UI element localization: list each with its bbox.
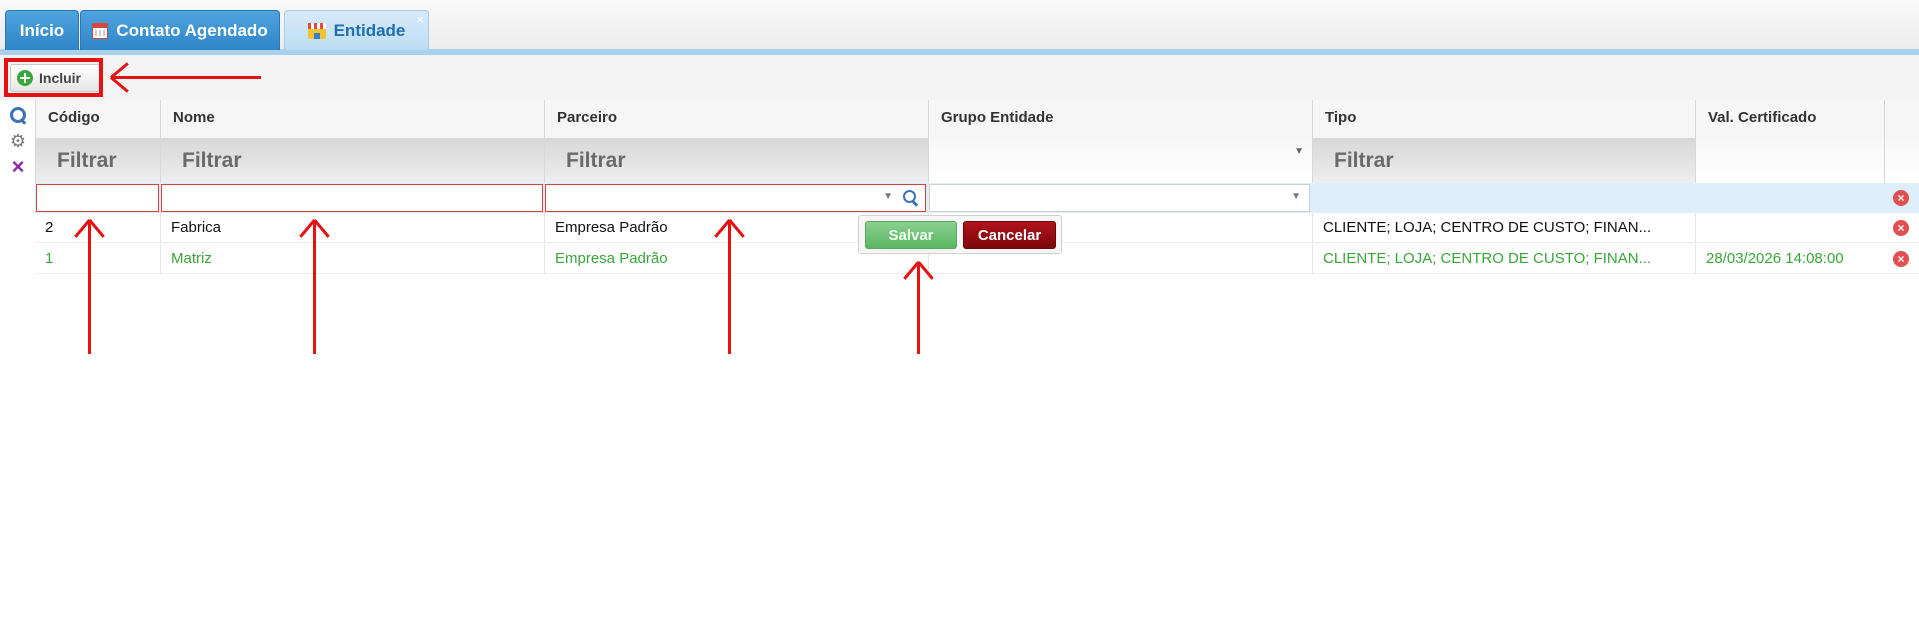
save-button[interactable]: Salvar — [865, 221, 957, 249]
calendar-icon — [92, 22, 109, 39]
filter-tipo[interactable]: Filtrar — [1312, 138, 1695, 183]
tab-entidade-label: Entidade — [333, 20, 406, 40]
filter-nome[interactable]: Filtrar — [160, 138, 544, 183]
filter-grupo-entidade[interactable]: ▼ — [928, 138, 1312, 183]
column-header-actions — [1884, 100, 1919, 138]
cell-val-certificado — [1695, 213, 1884, 243]
tab-inicio[interactable]: Início — [5, 10, 79, 50]
tab-entidade[interactable]: Entidade × — [284, 10, 429, 50]
column-header-nome[interactable]: Nome — [160, 100, 544, 138]
parceiro-combo[interactable]: ▼ — [545, 184, 926, 212]
filter-parceiro[interactable]: Filtrar — [544, 138, 928, 183]
chevron-down-icon[interactable]: ▼ — [1291, 191, 1301, 202]
filter-val-certificado — [1695, 138, 1884, 183]
column-header-val-certificado[interactable]: Val. Certificado — [1695, 100, 1884, 138]
annotation-arrow — [917, 262, 920, 354]
annotation-arrow — [728, 220, 731, 354]
chevron-down-icon[interactable]: ▼ — [883, 191, 893, 202]
annotation-highlight-box — [4, 58, 103, 97]
cancel-button[interactable]: Cancelar — [963, 221, 1056, 249]
annotation-arrow — [313, 220, 316, 354]
cell-nome: Fabrica — [160, 213, 544, 243]
cell-val-certificado: 28/03/2026 14:08:00 — [1695, 244, 1884, 274]
filter-codigo[interactable]: Filtrar — [35, 138, 160, 183]
search-icon[interactable] — [9, 106, 27, 124]
column-header-tipo[interactable]: Tipo — [1312, 100, 1695, 138]
grupo-entidade-combo[interactable]: ▼ — [929, 184, 1310, 212]
cell-tipo: CLIENTE; LOJA; CENTRO DE CUSTO; FINAN... — [1312, 244, 1695, 274]
codigo-input[interactable] — [36, 184, 159, 212]
chevron-down-icon: ▼ — [1294, 146, 1304, 157]
column-header-parceiro[interactable]: Parceiro — [544, 100, 928, 138]
annotation-arrow — [111, 76, 261, 79]
cancel-edit-icon[interactable]: × — [1893, 190, 1909, 206]
tab-contato-agendado[interactable]: Contato Agendado — [80, 10, 280, 50]
cell-nome: Matriz — [160, 244, 544, 274]
grid-side-tools: ⚙ × — [0, 100, 35, 220]
clear-filter-icon[interactable]: × — [9, 156, 27, 178]
cell-codigo: 1 — [45, 250, 54, 267]
cell-tipo: CLIENTE; LOJA; CENTRO DE CUSTO; FINAN... — [1312, 213, 1695, 243]
gear-icon[interactable]: ⚙ — [9, 132, 27, 150]
store-icon — [307, 22, 326, 39]
delete-row-icon[interactable]: × — [1893, 251, 1909, 267]
search-icon[interactable] — [903, 190, 919, 206]
close-tab-icon[interactable]: × — [416, 12, 424, 27]
filter-actions — [1884, 138, 1919, 183]
nome-input[interactable] — [161, 184, 543, 212]
tab-inicio-label: Início — [19, 20, 65, 40]
column-header-grupo-entidade[interactable]: Grupo Entidade — [928, 100, 1312, 138]
delete-row-icon[interactable]: × — [1893, 220, 1909, 236]
toolbar — [0, 55, 1919, 100]
column-header-codigo[interactable]: Código — [35, 100, 160, 138]
annotation-arrow — [88, 220, 91, 354]
tab-contato-agendado-label: Contato Agendado — [116, 20, 268, 40]
